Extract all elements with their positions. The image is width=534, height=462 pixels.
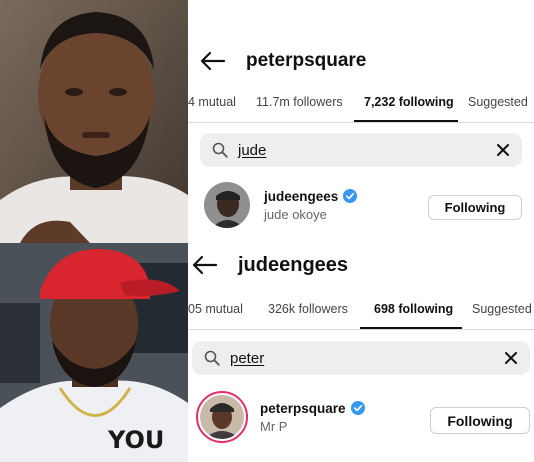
tab-mutual[interactable]: 05 mutual [188,293,243,325]
tab-followers[interactable]: 326k followers [268,293,348,325]
full-name: jude okoye [264,206,327,222]
search-query: jude [238,141,267,159]
bottom-following-panel: judeengees 05 mutual 326k followers 698 … [188,243,534,462]
following-button[interactable]: Following [428,195,522,220]
username[interactable]: judeengees [264,189,358,204]
search-input[interactable]: jude [200,133,522,167]
top-following-panel: peterpsquare 4 mutual 11.7m followers 7,… [188,40,534,243]
search-input[interactable]: peter [192,341,530,375]
close-icon[interactable] [496,143,510,157]
tab-divider [188,122,534,123]
peterpsquare-photo [0,0,188,243]
tab-bar: 05 mutual 326k followers 698 following S… [188,293,534,325]
tab-following[interactable]: 7,232 following [364,86,454,118]
search-query: peter [230,349,265,367]
arrow-left-icon[interactable] [200,51,226,71]
tab-followers[interactable]: 11.7m followers [256,86,343,118]
username-text[interactable]: judeengees [264,189,338,204]
tab-suggested[interactable]: Suggested [468,86,528,118]
svg-text:YOU: YOU [107,426,164,454]
bottom-header: judeengees [192,253,348,277]
full-name: Mr P [260,418,288,434]
judeengees-photo: YOU [0,243,188,462]
tab-mutual[interactable]: 4 mutual [188,86,236,118]
user-result-row[interactable]: peterpsquare Mr P [196,391,365,443]
avatar[interactable] [196,391,248,443]
tab-divider [188,329,534,330]
page-title: peterpsquare [246,50,367,71]
tab-suggested[interactable]: Suggested [472,293,532,325]
username-text[interactable]: peterpsquare [260,401,346,416]
search-icon [212,142,228,158]
tab-bar: 4 mutual 11.7m followers 7,232 following… [188,86,534,118]
close-icon[interactable] [504,351,518,365]
avatar[interactable] [204,182,250,228]
top-header: peterpsquare [200,50,366,72]
verified-badge-icon [350,401,365,415]
arrow-left-icon[interactable] [192,255,218,275]
following-button[interactable]: Following [430,407,530,434]
verified-badge-icon [343,189,358,203]
search-icon [204,350,220,366]
page-title: judeengees [238,253,349,276]
username[interactable]: peterpsquare [260,401,365,416]
tab-following[interactable]: 698 following [374,293,453,325]
user-result-row[interactable]: judeengees jude okoye [204,182,358,228]
